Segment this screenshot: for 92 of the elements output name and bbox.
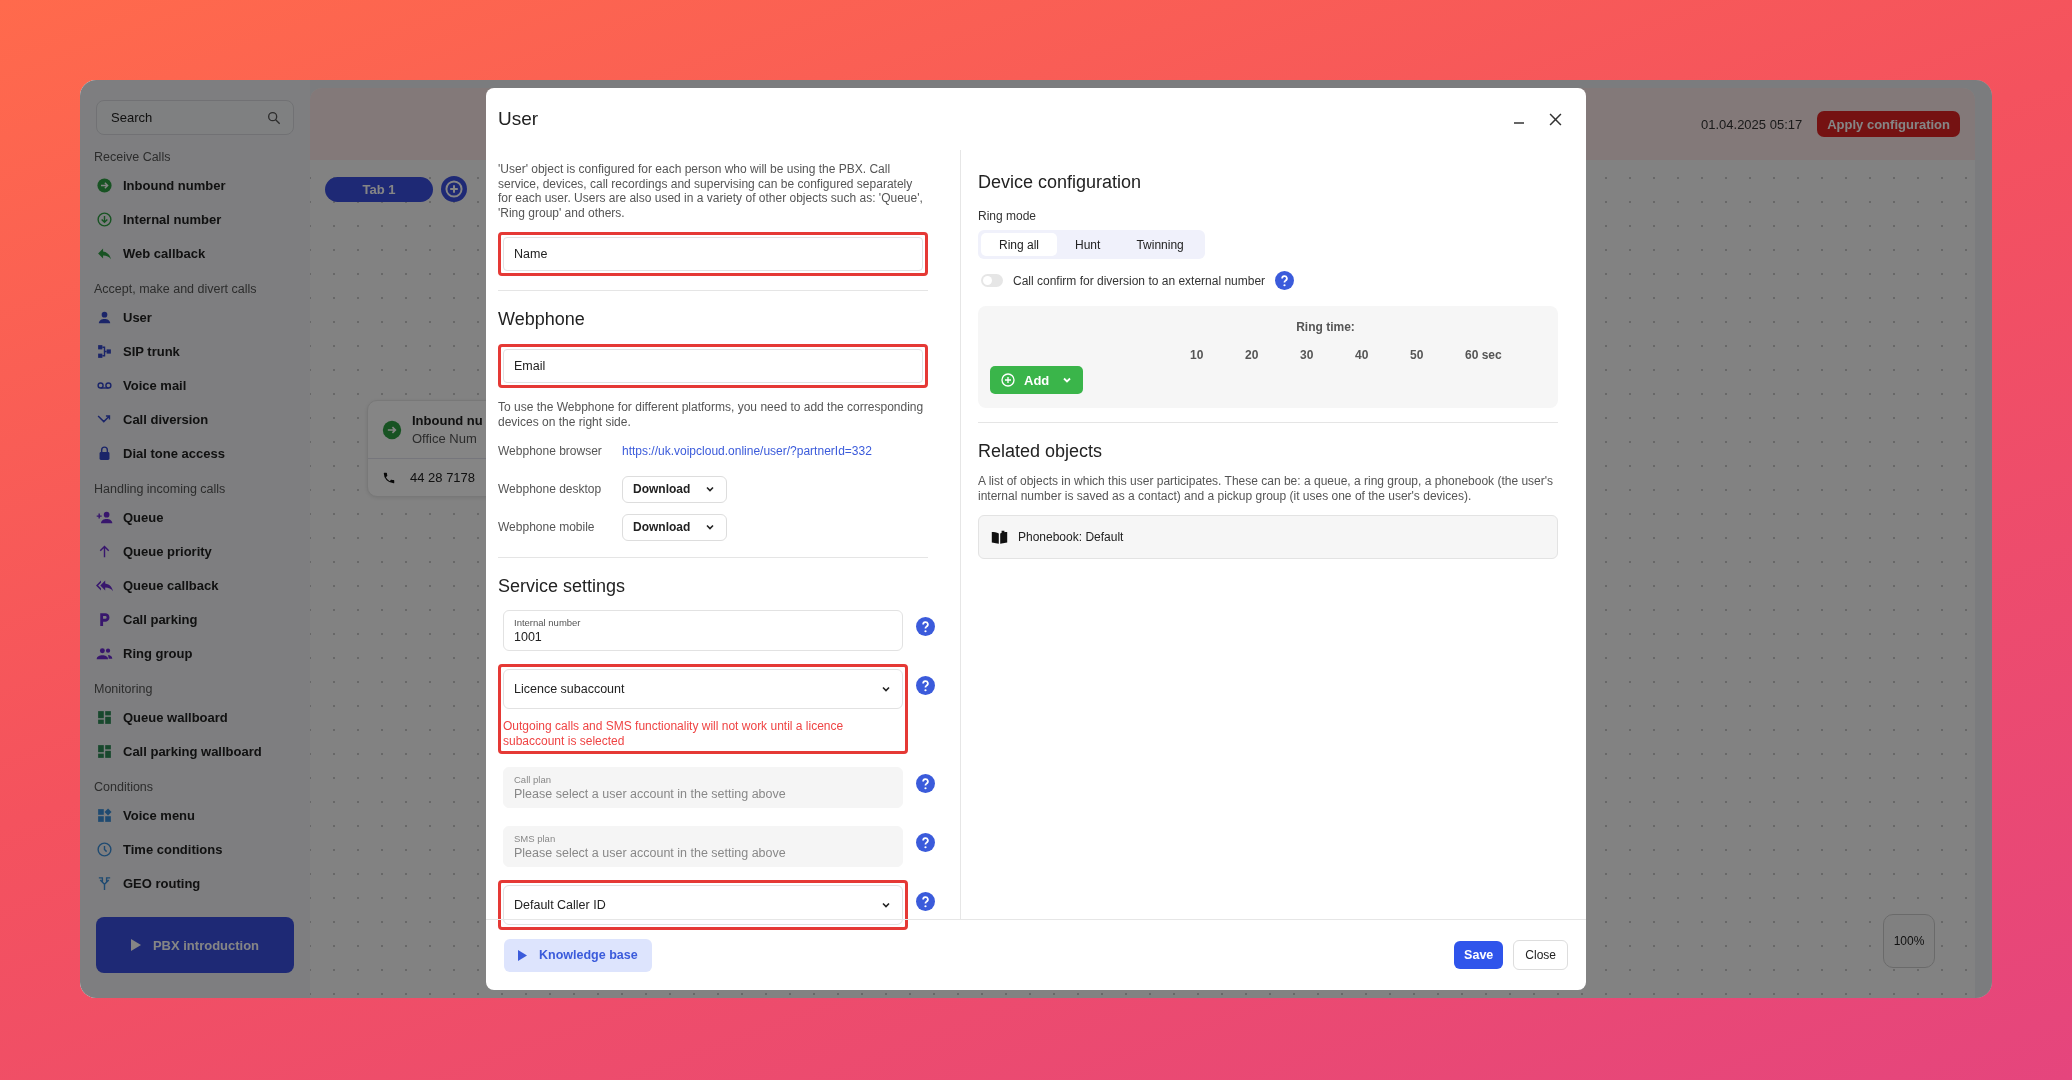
phone-icon [382,470,396,485]
text-field: SMS plan Please select a user account in the setting above [503,826,903,867]
save-button[interactable]: Save [1454,941,1504,969]
help-icon[interactable] [916,617,935,636]
section-title: Accept, make and divert calls [94,281,258,298]
row-label: Webphone mobile [498,520,596,534]
sidebar-item[interactable]: Voice menu [123,807,195,823]
node-subtitle: Office Num [412,431,478,446]
arrow-circle-icon [382,419,402,440]
segment-option[interactable]: Twinning [1118,233,1202,256]
section-title: Conditions [94,779,155,796]
help-icon[interactable] [916,676,935,695]
sidebar-item[interactable]: Time conditions [123,841,223,857]
ring-time-tick: 60 sec [1465,348,1503,362]
zoom-button[interactable]: 100% [1883,914,1935,968]
select-field[interactable]: Licence subaccount [503,669,903,709]
download-dropdown[interactable]: Download [622,475,728,503]
section-heading: Webphone [498,309,586,330]
sidebar-item[interactable]: Voice mail [123,377,187,393]
section-title: Handling incoming calls [94,481,227,498]
sidebar-item[interactable]: User [123,309,152,325]
ring-time-tick: 10 [1190,348,1205,362]
download-dropdown[interactable]: Download [622,513,728,541]
ring-time-tick: 50 [1410,348,1425,362]
search-icon [266,110,282,126]
field-label: Ring mode [978,209,1038,223]
help-icon[interactable] [916,892,935,911]
sidebar-item[interactable]: SIP trunk [123,343,180,359]
widgets-icon [96,806,113,824]
sidebar-item[interactable]: Web callback [123,245,206,261]
date-time: 01.04.2025 05:17 [1701,116,1803,132]
intro-button[interactable]: PBX introduction [96,917,294,973]
plus-circle-icon [1000,372,1016,388]
fork-arrow-icon [96,874,113,892]
dialog-title: User [498,108,540,130]
description-text: 'User' object is configured for each person who will be using the PBX. Call service, devices, call recordings and supervising can be configured separately for each user. Users are also used in a variety of other objects such as: 'Queue', 'Ring group' and others. [498,162,924,220]
section-title: Monitoring [94,681,154,698]
help-icon[interactable] [1275,271,1295,290]
sidebar-item[interactable]: Call diversion [123,411,209,427]
section-heading: Related objects [978,441,1104,462]
play-icon [130,939,141,951]
dashboard-icon [96,742,113,760]
related-object-item[interactable]: Phonebook: Default [978,515,1558,559]
sidebar-item[interactable]: Queue wallboard [123,709,228,725]
close-icon[interactable] [1549,112,1562,126]
book-icon [991,530,1008,544]
section-heading: Device configuration [978,172,1143,193]
name-field[interactable]: Name [503,237,923,271]
select-field[interactable]: Default Caller ID [503,885,903,925]
ring-time-tick: 30 [1300,348,1315,362]
text-field: Call plan Please select a user account in the setting above [503,767,903,808]
network-icon [96,342,113,360]
description-text: A list of objects in which this user participates. These can be: a queue, a ring group, a phonebook (the user's internal number is saved as a contact) and a pickup group (it uses one of the user's devices). [978,474,1555,503]
help-icon[interactable] [916,833,935,852]
add-button[interactable]: Add [990,366,1084,394]
sidebar-item[interactable]: Internal number [123,211,222,227]
arrow-circle-icon [96,176,113,194]
email-field[interactable]: Email [503,349,923,383]
phone-number: 44 28 7178 [410,470,476,485]
segment-option[interactable]: Hunt [1057,233,1119,256]
webphone-link[interactable]: https://uk.voipcloud.online/user/?partnerId=332 [622,444,872,458]
ring-time-label: Ring time: [1295,320,1356,334]
toggle-label: Call confirm for diversion to an external number [1013,273,1266,288]
sidebar-item[interactable]: Ring group [123,645,193,661]
play-icon [518,949,527,961]
help-icon[interactable] [916,774,935,793]
download-circle-icon [96,210,113,228]
search-field[interactable]: Search [96,100,294,135]
sidebar-item[interactable]: GEO routing [123,875,201,891]
sidebar-item[interactable]: Call parking [123,611,198,627]
text-field[interactable]: Internal number 1001 [503,610,903,651]
ring-time-tick: 40 [1355,348,1370,362]
clock-icon [96,840,113,858]
sidebar-item[interactable]: Queue [123,509,164,525]
dashboard-icon [96,708,113,726]
segment-option[interactable]: Ring all [981,233,1058,256]
error-message: Outgoing calls and SMS functionality will not work until a licence subaccount is selected [503,719,845,749]
section-title: Receive Calls [94,149,172,166]
ring-time-tick: 20 [1245,348,1260,362]
sidebar-item[interactable]: Queue priority [123,543,212,559]
sidebar-item[interactable]: Dial tone access [123,445,225,461]
toggle-switch[interactable] [981,274,1003,287]
section-heading: Service settings [498,576,627,597]
sidebar-item[interactable]: Queue callback [123,577,219,593]
sidebar-item[interactable]: Call parking wallboard [123,743,262,759]
knowledge-base-button[interactable]: Knowledge base [504,938,652,972]
tab[interactable]: Tab 1 [325,176,433,202]
apply-button[interactable]: Apply configuration [1817,111,1960,137]
close-button[interactable]: Close [1513,940,1568,970]
sidebar-item[interactable]: Inbound number [123,177,226,193]
add-tab-icon[interactable] [441,176,467,202]
node-title: Inbound nu [412,413,483,428]
